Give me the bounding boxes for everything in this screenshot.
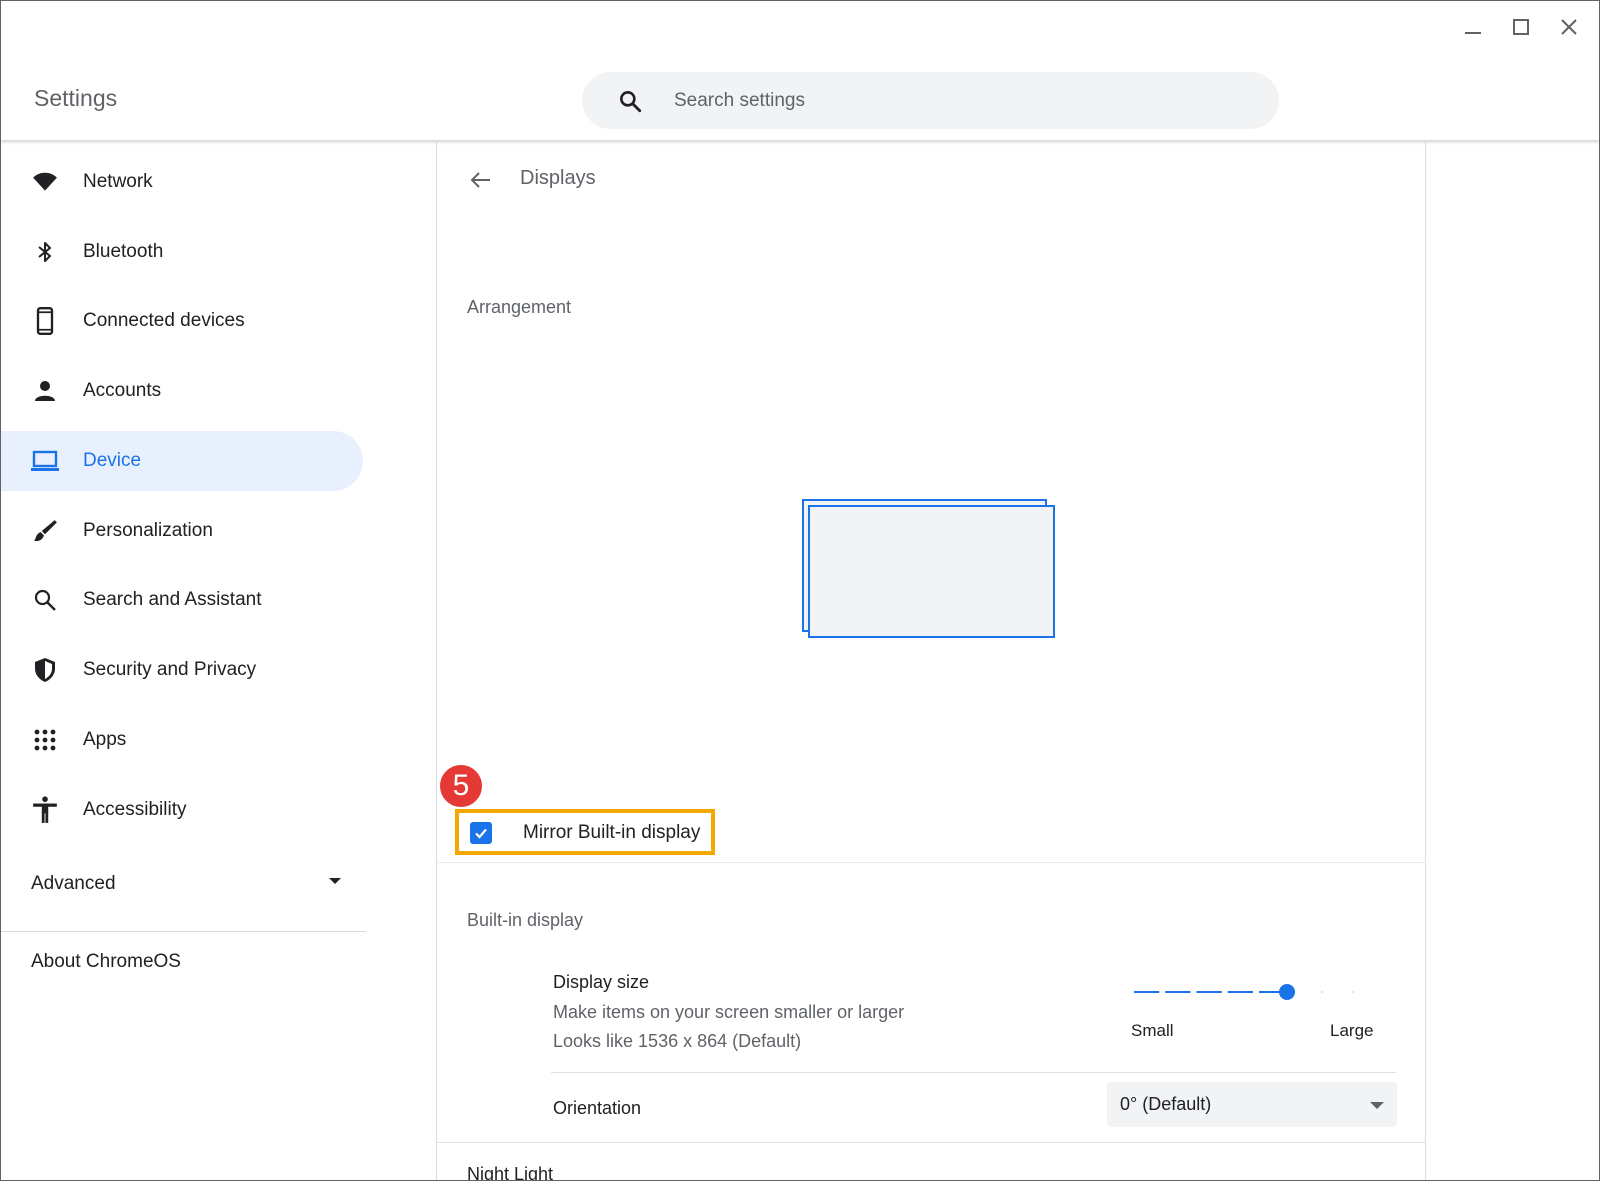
slider-max-label: Large [1330, 1021, 1374, 1040]
displays-page: Displays Arrangement 5 Mirror Built-in d… [436, 142, 1426, 1181]
sidebar-item-label: Search and Assistant [83, 589, 262, 610]
sidebar-item-device[interactable]: Device [1, 431, 363, 491]
advanced-label: Advanced [31, 873, 116, 894]
search-icon [617, 88, 643, 114]
display-size-description: Make items on your screen smaller or lar… [553, 1002, 905, 1022]
settings-window: Settings Network [0, 0, 1600, 1181]
display-arrangement[interactable] [802, 499, 1062, 649]
settings-sidebar: Network Bluetooth Connected devices Acco… [1, 142, 436, 1180]
mirror-checkbox[interactable] [470, 822, 492, 844]
sidebar-item-connected-devices[interactable]: Connected devices [1, 291, 363, 351]
divider [437, 1142, 1425, 1143]
close-icon[interactable] [1557, 15, 1581, 39]
sidebar-item-label: Connected devices [83, 310, 245, 331]
step-badge: 5 [437, 762, 485, 810]
caret-down-icon [1370, 1102, 1384, 1109]
sidebar-item-personalization[interactable]: Personalization [1, 501, 363, 561]
sidebar-item-label: Network [83, 171, 153, 192]
slider-knob[interactable] [1279, 984, 1296, 1000]
search-box[interactable] [582, 72, 1279, 129]
sidebar-item-security-privacy[interactable]: Security and Privacy [1, 640, 363, 700]
mirror-label[interactable]: Mirror Built-in display [523, 822, 700, 844]
sidebar-item-label: Device [83, 450, 142, 471]
orientation-value: 0° (Default) [1120, 1094, 1212, 1114]
sidebar-item-accessibility[interactable]: Accessibility [1, 780, 363, 840]
advanced-toggle[interactable]: Advanced [31, 864, 341, 904]
window-controls [1461, 15, 1581, 39]
shield-icon [31, 656, 59, 684]
sidebar-item-label: Accessibility [83, 799, 187, 820]
minimize-icon[interactable] [1461, 15, 1485, 39]
builtin-display-heading: Built-in display [467, 910, 584, 930]
phone-icon [31, 307, 59, 335]
sidebar-item-accounts[interactable]: Accounts [1, 361, 363, 421]
sidebar-item-label: Accounts [83, 380, 162, 401]
sidebar-item-about[interactable]: About ChromeOS [31, 942, 181, 982]
sidebar-item-bluetooth[interactable]: Bluetooth [1, 222, 363, 282]
slider-min-label: Small [1131, 1021, 1174, 1040]
night-light-heading: Night Light [467, 1164, 554, 1181]
divider [437, 862, 1425, 863]
sidebar-item-apps[interactable]: Apps [1, 710, 363, 770]
mirror-display-highlight: Mirror Built-in display [455, 809, 715, 855]
sidebar-divider [1, 931, 366, 932]
arrangement-heading: Arrangement [467, 297, 572, 317]
app-title: Settings [34, 85, 118, 111]
brush-icon [31, 517, 59, 545]
sidebar-item-label: Apps [83, 729, 127, 750]
sidebar-item-label: Security and Privacy [83, 659, 257, 680]
display-size-title: Display size [553, 972, 650, 992]
bluetooth-icon [31, 238, 59, 266]
caret-down-icon [329, 878, 341, 884]
apps-grid-icon [31, 726, 59, 754]
wifi-icon [31, 168, 59, 196]
page-title: Displays [520, 167, 596, 189]
back-arrow-icon[interactable] [465, 164, 497, 196]
orientation-dropdown[interactable]: 0° (Default) [1107, 1082, 1397, 1127]
laptop-icon [31, 447, 59, 475]
sidebar-item-network[interactable]: Network [1, 152, 363, 212]
maximize-icon[interactable] [1509, 15, 1533, 39]
person-icon [31, 377, 59, 405]
app-header: Settings [1, 1, 1599, 141]
display-size-slider[interactable] [1131, 980, 1381, 1004]
sidebar-item-label: Personalization [83, 520, 213, 541]
search-icon [31, 586, 59, 614]
sidebar-item-label: Bluetooth [83, 241, 164, 262]
search-input[interactable] [674, 72, 1254, 129]
slider-track [1134, 991, 1354, 993]
display-rectangle-primary[interactable] [808, 505, 1055, 638]
sidebar-item-search-assistant[interactable]: Search and Assistant [1, 570, 363, 630]
checkmark-icon [475, 828, 487, 839]
display-size-resolution: Looks like 1536 x 864 (Default) [553, 1031, 802, 1051]
orientation-label: Orientation [553, 1098, 642, 1118]
divider [551, 1072, 1396, 1073]
accessibility-icon [31, 796, 59, 824]
